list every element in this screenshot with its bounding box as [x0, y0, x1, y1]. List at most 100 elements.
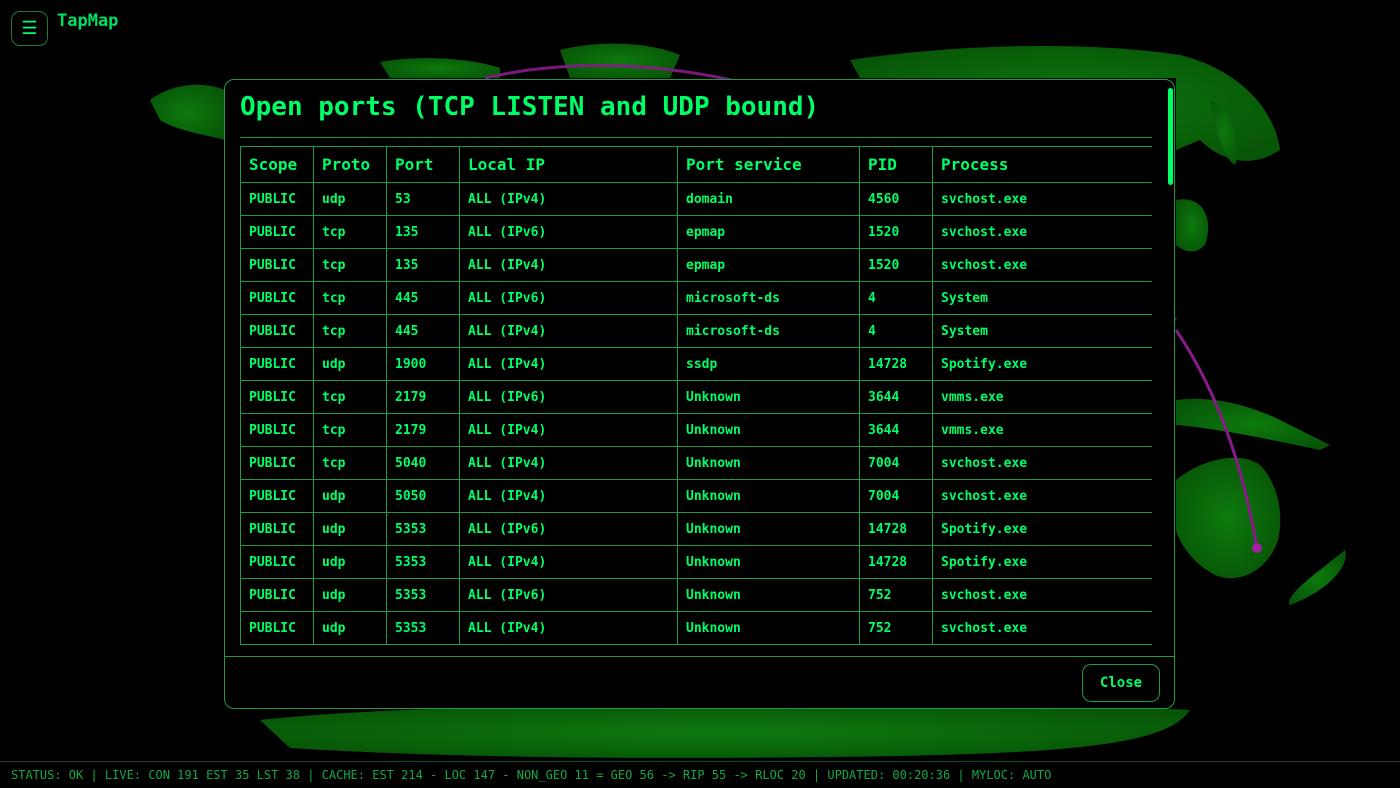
table-cell: 445 [386, 281, 460, 315]
table-cell: PUBLIC [240, 446, 314, 480]
table-cell: ALL (IPv4) [459, 446, 678, 480]
table-cell: PUBLIC [240, 479, 314, 513]
land-indonesia [1176, 398, 1330, 450]
table-row: PUBLIC tcp 135 ALL (IPv4) epmap 1520 svchost.e… [240, 248, 1152, 282]
table-cell: PUBLIC [240, 611, 314, 645]
table-cell: svchost.exe [932, 248, 1152, 282]
table-cell: epmap [677, 215, 860, 249]
close-button[interactable]: Close [1082, 664, 1160, 702]
table-header-row: Scope Proto Port Local IP Port service PID Pro… [240, 146, 1152, 183]
table-cell: ALL (IPv4) [459, 182, 678, 216]
table-cell: svchost.exe [932, 611, 1152, 645]
table-row: PUBLIC udp 5353 ALL (IPv6) Unknown 752 svchost… [240, 578, 1152, 612]
table-cell: PUBLIC [240, 281, 314, 315]
scrollbar-thumb[interactable] [1168, 88, 1173, 185]
table-row: PUBLIC udp 1900 ALL (IPv4) ssdp 14728 Spotify.… [240, 347, 1152, 381]
table-row: PUBLIC tcp 2179 ALL (IPv4) Unknown 3644 vmms.e… [240, 413, 1152, 447]
table-cell: Spotify.exe [932, 545, 1152, 579]
table-cell: udp [313, 545, 387, 579]
status-bar: STATUS: OK | LIVE: CON 191 EST 35 LST 38… [0, 761, 1400, 788]
column-header: Process [932, 146, 1152, 183]
table-cell: ALL (IPv4) [459, 347, 678, 381]
table-cell: vmms.exe [932, 380, 1152, 414]
table-cell: 752 [859, 578, 933, 612]
land-japan [1176, 199, 1209, 252]
table-row: PUBLIC udp 53 ALL (IPv4) domain 4560 svchost.e… [240, 182, 1152, 216]
ports-table: Scope Proto Port Local IP Port service PID Pro… [240, 146, 1152, 645]
table-row: PUBLIC udp 5353 ALL (IPv6) Unknown 14728 Spoti… [240, 512, 1152, 546]
table-cell: epmap [677, 248, 860, 282]
table-cell: svchost.exe [932, 446, 1152, 480]
table-row: PUBLIC udp 5353 ALL (IPv4) Unknown 14728 Spoti… [240, 545, 1152, 579]
table-cell: Unknown [677, 578, 860, 612]
dialog-title: Open ports (TCP LISTEN and UDP bound) [240, 92, 820, 122]
table-cell: Unknown [677, 380, 860, 414]
table-cell: 5353 [386, 611, 460, 645]
table-cell: svchost.exe [932, 578, 1152, 612]
menu-button[interactable]: ☰ [11, 11, 48, 46]
table-cell: 5353 [386, 512, 460, 546]
table-cell: 1900 [386, 347, 460, 381]
table-cell: 5050 [386, 479, 460, 513]
table-cell: PUBLIC [240, 248, 314, 282]
table-cell: microsoft-ds [677, 281, 860, 315]
table-cell: ssdp [677, 347, 860, 381]
table-cell: ALL (IPv4) [459, 479, 678, 513]
table-cell: udp [313, 578, 387, 612]
table-cell: 5353 [386, 545, 460, 579]
table-cell: ALL (IPv6) [459, 281, 678, 315]
table-cell: 14728 [859, 512, 933, 546]
table-cell: 135 [386, 248, 460, 282]
table-cell: ALL (IPv6) [459, 380, 678, 414]
table-cell: 5353 [386, 578, 460, 612]
table-cell: 752 [859, 611, 933, 645]
land-australia [1176, 457, 1281, 579]
table-cell: Unknown [677, 479, 860, 513]
table-body: PUBLIC udp 53 ALL (IPv4) domain 4560 svchost.e… [240, 182, 1152, 645]
table-cell: udp [313, 512, 387, 546]
column-header: PID [859, 146, 933, 183]
table-row: PUBLIC udp 5353 ALL (IPv4) Unknown 752 svchost… [240, 611, 1152, 645]
land-greenland [560, 43, 680, 78]
table-row: PUBLIC tcp 445 ALL (IPv6) microsoft-ds 4 Syste… [240, 281, 1152, 315]
table-cell: 5040 [386, 446, 460, 480]
column-header: Scope [240, 146, 314, 183]
table-cell: ALL (IPv4) [459, 545, 678, 579]
table-cell: Unknown [677, 512, 860, 546]
connection-endpoint [1252, 543, 1262, 553]
table-cell: tcp [313, 281, 387, 315]
table-cell: svchost.exe [932, 215, 1152, 249]
table-row: PUBLIC tcp 135 ALL (IPv6) epmap 1520 svchost.e… [240, 215, 1152, 249]
table-cell: 3644 [859, 413, 933, 447]
open-ports-dialog: Open ports (TCP LISTEN and UDP bound) Sc… [224, 79, 1175, 709]
table-cell: vmms.exe [932, 413, 1152, 447]
table-cell: ALL (IPv4) [459, 314, 678, 348]
table-cell: Unknown [677, 545, 860, 579]
table-cell: ALL (IPv6) [459, 578, 678, 612]
table-cell: PUBLIC [240, 380, 314, 414]
table-cell: ALL (IPv4) [459, 413, 678, 447]
table-cell: 1520 [859, 215, 933, 249]
column-header: Port service [677, 146, 860, 183]
table-cell: PUBLIC [240, 578, 314, 612]
table-cell: 2179 [386, 413, 460, 447]
table-row: PUBLIC tcp 445 ALL (IPv4) microsoft-ds 4 Syste… [240, 314, 1152, 348]
table-cell: svchost.exe [932, 479, 1152, 513]
hamburger-icon: ☰ [21, 18, 38, 39]
table-cell: PUBLIC [240, 545, 314, 579]
table-cell: 135 [386, 215, 460, 249]
table-cell: PUBLIC [240, 215, 314, 249]
column-header: Local IP [459, 146, 678, 183]
table-cell: 4 [859, 314, 933, 348]
table-cell: svchost.exe [932, 182, 1152, 216]
table-cell: PUBLIC [240, 512, 314, 546]
table-cell: ALL (IPv4) [459, 611, 678, 645]
table-cell: tcp [313, 248, 387, 282]
table-cell: Unknown [677, 446, 860, 480]
table-cell: PUBLIC [240, 182, 314, 216]
land-antarctica [260, 706, 1190, 758]
ports-table-container[interactable]: Scope Proto Port Local IP Port service PID Pro… [240, 146, 1152, 656]
table-row: PUBLIC tcp 5040 ALL (IPv4) Unknown 7004 svchos… [240, 446, 1152, 480]
title-divider [240, 137, 1152, 138]
land-new-zealand [1289, 550, 1346, 605]
